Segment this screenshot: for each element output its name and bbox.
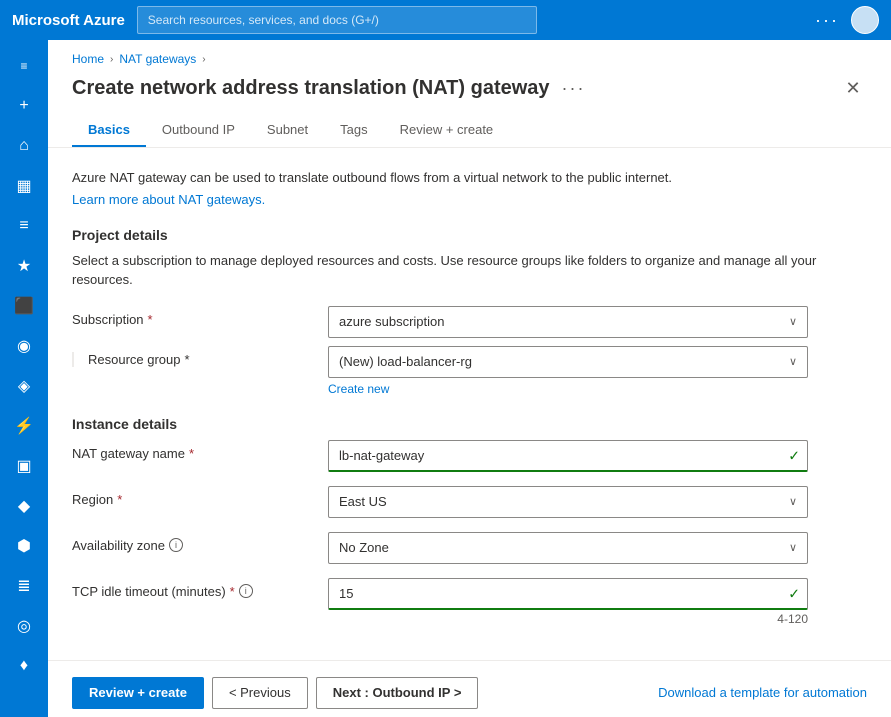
tcp-timeout-row: TCP idle timeout (minutes) * i ✓ 4-120 bbox=[72, 578, 867, 626]
close-button[interactable]: ✕ bbox=[839, 74, 867, 102]
breadcrumb-sep-2: › bbox=[202, 54, 205, 65]
create-new-link[interactable]: Create new bbox=[328, 382, 808, 396]
global-search-input[interactable] bbox=[137, 6, 537, 34]
sidebar-item-policy[interactable]: ≣ bbox=[4, 568, 44, 604]
tcp-timeout-input-wrap: ✓ bbox=[328, 578, 808, 610]
sidebar-item-recent[interactable]: ⬛ bbox=[4, 288, 44, 324]
region-control: East US ∨ bbox=[328, 486, 808, 518]
sidebar-item-create[interactable]: + bbox=[4, 88, 44, 124]
sidebar-item-monitor[interactable]: ◉ bbox=[4, 328, 44, 364]
download-template-link[interactable]: Download a template for automation bbox=[658, 685, 867, 700]
brand-logo: Microsoft Azure bbox=[12, 12, 125, 29]
availability-zone-info-icon[interactable]: i bbox=[169, 538, 183, 552]
main-layout: ≡ + ⌂ ▦ ≡ ★ ⬛ ◉ ◈ ⚡ ▣ ◆ ⬢ ≣ ◎ ♦ Home › N… bbox=[0, 40, 891, 717]
top-nav-right: ··· bbox=[815, 6, 879, 34]
region-value: East US bbox=[339, 494, 387, 509]
availability-zone-dropdown[interactable]: No Zone ∨ bbox=[328, 532, 808, 564]
tcp-timeout-check-icon: ✓ bbox=[788, 585, 800, 602]
breadcrumb-home[interactable]: Home bbox=[72, 52, 104, 66]
breadcrumb-nat-gateways[interactable]: NAT gateways bbox=[119, 52, 196, 66]
tcp-timeout-required: * bbox=[230, 584, 235, 599]
tcp-timeout-control: ✓ 4-120 bbox=[328, 578, 808, 626]
tab-subnet[interactable]: Subnet bbox=[251, 114, 324, 147]
resource-group-dropdown[interactable]: (New) load-balancer-rg ∨ bbox=[328, 346, 808, 378]
close-icon: ✕ bbox=[845, 78, 860, 99]
page-header: Create network address translation (NAT)… bbox=[48, 70, 891, 114]
resource-group-control: (New) load-balancer-rg ∨ Create new bbox=[328, 346, 808, 396]
previous-button[interactable]: < Previous bbox=[212, 677, 308, 709]
subscription-label: Subscription * bbox=[72, 306, 312, 327]
availability-zone-row: Availability zone i No Zone ∨ bbox=[72, 532, 867, 564]
availability-zone-control: No Zone ∨ bbox=[328, 532, 808, 564]
tab-bar: Basics Outbound IP Subnet Tags Review + … bbox=[48, 114, 891, 148]
subscription-value: azure subscription bbox=[339, 314, 445, 329]
resource-group-row: Resource group * (New) load-balancer-rg … bbox=[72, 346, 867, 396]
top-navigation: Microsoft Azure ··· bbox=[0, 0, 891, 40]
region-row: Region * East US ∨ bbox=[72, 486, 867, 518]
project-details-desc: Select a subscription to manage deployed… bbox=[72, 251, 867, 290]
availability-zone-value: No Zone bbox=[339, 540, 389, 555]
tab-review-create[interactable]: Review + create bbox=[384, 114, 510, 147]
user-avatar[interactable] bbox=[851, 6, 879, 34]
region-required: * bbox=[117, 492, 122, 507]
sidebar: ≡ + ⌂ ▦ ≡ ★ ⬛ ◉ ◈ ⚡ ▣ ◆ ⬢ ≣ ◎ ♦ bbox=[0, 40, 48, 717]
learn-more-link[interactable]: Learn more about NAT gateways. bbox=[72, 192, 265, 207]
sidebar-item-expand[interactable]: ≡ bbox=[4, 48, 44, 84]
tcp-timeout-info-icon[interactable]: i bbox=[239, 584, 253, 598]
page-title: Create network address translation (NAT)… bbox=[72, 77, 550, 100]
region-chevron-icon: ∨ bbox=[789, 495, 797, 508]
subscription-required: * bbox=[148, 312, 153, 327]
nat-gateway-name-input-wrap: ✓ bbox=[328, 440, 808, 472]
resource-group-label: Resource group * bbox=[72, 352, 190, 367]
sidebar-item-dashboard[interactable]: ▦ bbox=[4, 168, 44, 204]
footer: Review + create < Previous Next : Outbou… bbox=[48, 660, 891, 717]
sidebar-item-favorites[interactable]: ★ bbox=[4, 248, 44, 284]
form-area: Azure NAT gateway can be used to transla… bbox=[48, 148, 891, 660]
sidebar-item-automation[interactable]: ⚡ bbox=[4, 408, 44, 444]
resource-group-required: * bbox=[185, 352, 190, 367]
sidebar-item-cost[interactable]: ◎ bbox=[4, 608, 44, 644]
breadcrumb-sep-1: › bbox=[110, 54, 113, 65]
tcp-range-hint: 4-120 bbox=[328, 612, 808, 626]
region-dropdown[interactable]: East US ∨ bbox=[328, 486, 808, 518]
sidebar-item-home[interactable]: ⌂ bbox=[4, 128, 44, 164]
nat-gateway-name-row: NAT gateway name * ✓ bbox=[72, 440, 867, 472]
sidebar-item-network[interactable]: ◆ bbox=[4, 488, 44, 524]
subscription-control: azure subscription ∨ bbox=[328, 306, 808, 338]
sidebar-item-advisor[interactable]: ◈ bbox=[4, 368, 44, 404]
sidebar-item-sql[interactable]: ▣ bbox=[4, 448, 44, 484]
sidebar-item-security[interactable]: ⬢ bbox=[4, 528, 44, 564]
tab-tags[interactable]: Tags bbox=[324, 114, 383, 147]
breadcrumb: Home › NAT gateways › bbox=[48, 40, 891, 70]
sidebar-item-allservices[interactable]: ≡ bbox=[4, 208, 44, 244]
nat-gateway-name-label: NAT gateway name * bbox=[72, 440, 312, 461]
instance-details-title: Instance details bbox=[72, 416, 867, 432]
tcp-timeout-input[interactable] bbox=[328, 578, 808, 610]
availability-zone-chevron-icon: ∨ bbox=[789, 541, 797, 554]
sidebar-item-marketplace[interactable]: ♦ bbox=[4, 648, 44, 684]
info-description: Azure NAT gateway can be used to transla… bbox=[72, 168, 867, 188]
page-header-more-icon[interactable]: ··· bbox=[562, 78, 586, 99]
subscription-chevron-icon: ∨ bbox=[789, 315, 797, 328]
resource-group-chevron-icon: ∨ bbox=[789, 355, 797, 368]
subscription-row: Subscription * azure subscription ∨ bbox=[72, 306, 867, 338]
resource-group-label-wrap: Resource group * bbox=[72, 346, 312, 367]
nat-gateway-check-icon: ✓ bbox=[788, 447, 800, 464]
main-content: Home › NAT gateways › Create network add… bbox=[48, 40, 891, 717]
nat-gateway-name-required: * bbox=[189, 446, 194, 461]
tab-outbound-ip[interactable]: Outbound IP bbox=[146, 114, 251, 147]
availability-zone-label: Availability zone i bbox=[72, 532, 312, 553]
nat-gateway-name-control: ✓ bbox=[328, 440, 808, 472]
subscription-dropdown[interactable]: azure subscription ∨ bbox=[328, 306, 808, 338]
resource-group-value: (New) load-balancer-rg bbox=[339, 354, 472, 369]
nat-gateway-name-input[interactable] bbox=[328, 440, 808, 472]
top-nav-more-icon[interactable]: ··· bbox=[815, 10, 839, 31]
tab-basics[interactable]: Basics bbox=[72, 114, 146, 147]
project-details-title: Project details bbox=[72, 227, 867, 243]
region-label: Region * bbox=[72, 486, 312, 507]
tcp-timeout-label: TCP idle timeout (minutes) * i bbox=[72, 578, 312, 599]
review-create-button[interactable]: Review + create bbox=[72, 677, 204, 709]
next-button[interactable]: Next : Outbound IP > bbox=[316, 677, 479, 709]
